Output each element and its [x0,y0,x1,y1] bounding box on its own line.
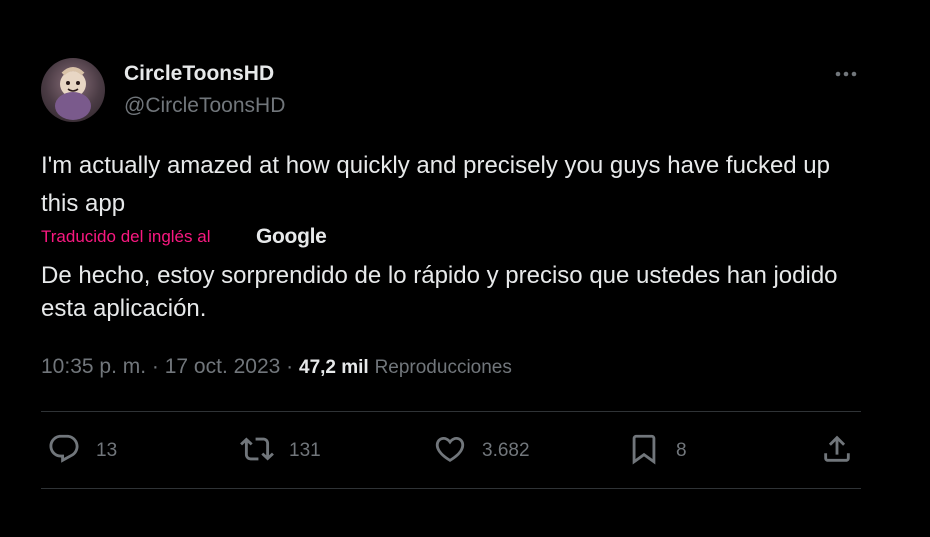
translation-source-link[interactable]: Traducido del inglés al [41,227,210,247]
meta-separator: · [280,355,299,378]
reply-count: 13 [96,440,118,461]
repost-button[interactable]: 131 [240,433,321,469]
tweet-text: I'm actually amazed at how quickly and p… [41,152,830,217]
avatar[interactable] [41,58,105,122]
views-label: Reproducciones [374,357,512,378]
tweet-metadata: 10:35 p. m. · 17 oct. 2023 · 47,2 mil Re… [41,355,512,379]
tweet-time[interactable]: 10:35 p. m. [41,355,146,378]
meta-separator: · [146,355,165,378]
translated-text: De hecho, estoy sorprendido de lo rápido… [41,262,838,322]
share-icon [820,432,854,471]
tweet-date[interactable]: 17 oct. 2023 [165,355,281,378]
reply-button[interactable]: 13 [47,433,117,469]
share-button[interactable] [820,433,854,469]
like-count: 3.682 [482,440,530,461]
bookmark-icon [627,432,661,471]
divider [41,488,861,489]
more-icon[interactable] [830,64,862,84]
views-count: 47,2 mil [299,357,369,378]
author-handle[interactable]: @CircleToonsHD [124,94,285,118]
reply-icon [47,432,81,471]
like-button[interactable]: 3.682 [433,433,530,469]
tweet: CircleToonsHD @CircleToonsHD I'm actuall… [0,0,930,537]
translator-brand: Google [256,225,327,248]
repost-icon [240,432,274,471]
bookmark-count: 8 [676,440,687,461]
author-display-name[interactable]: CircleToonsHD [124,62,274,86]
divider [41,411,861,412]
like-icon [433,432,467,471]
repost-count: 131 [289,440,321,461]
bookmark-button[interactable]: 8 [627,433,687,469]
